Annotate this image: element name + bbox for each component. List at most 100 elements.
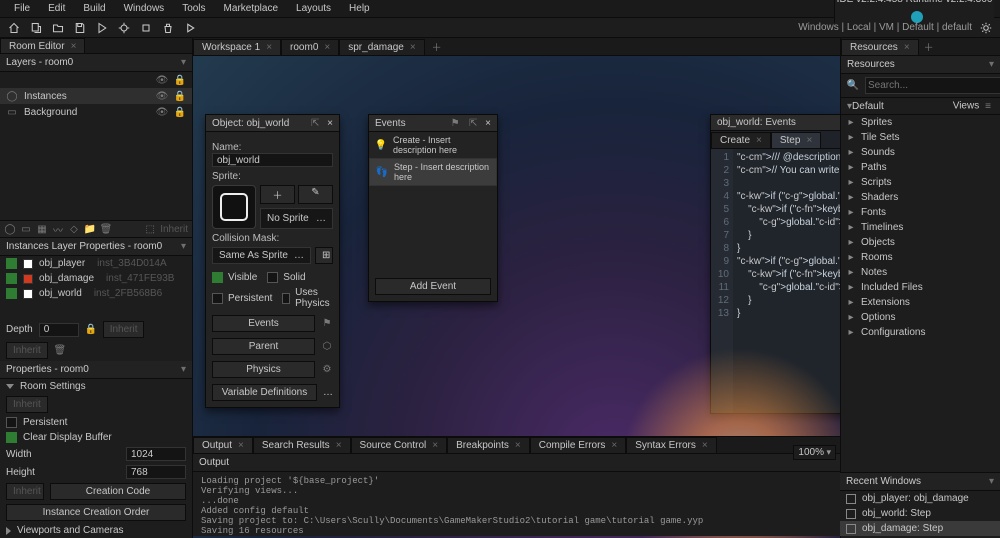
events-button[interactable]: Events (212, 315, 315, 332)
tab-workspace1[interactable]: Workspace 1× (193, 39, 281, 55)
recent-item[interactable]: obj_damage: Step (840, 521, 1000, 536)
collapse-icon[interactable]: ▾ (181, 241, 186, 252)
play-icon[interactable] (182, 20, 198, 36)
clean-icon[interactable] (160, 20, 176, 36)
tree-options[interactable]: ▸Options (841, 310, 1000, 325)
build-icon[interactable] (94, 20, 110, 36)
menu-tools[interactable]: Tools (174, 1, 213, 16)
instance-row[interactable]: obj_damageinst_471FE93B (0, 271, 192, 286)
lock-icon[interactable]: 🔒 (85, 324, 97, 336)
edit-mask-button[interactable]: ⊞ (315, 247, 333, 264)
menu-build[interactable]: Build (75, 1, 113, 16)
tab-search-results[interactable]: Search Results× (253, 437, 351, 453)
tree-fonts[interactable]: ▸Fonts (841, 205, 1000, 220)
code-tab-step[interactable]: Step× (771, 132, 821, 148)
physics-button[interactable]: Physics (212, 361, 315, 378)
room-settings-toggle[interactable]: Room Settings (0, 379, 192, 394)
add-bg-layer-icon[interactable]: ▭ (20, 223, 32, 235)
tab-room-editor[interactable]: Room Editor× (0, 38, 85, 54)
lock-icon[interactable]: 🔒 (174, 74, 186, 86)
visibility-icon[interactable]: 👁 (156, 90, 168, 102)
zoom-indicator[interactable]: 100% ▾ (793, 445, 836, 460)
parent-button[interactable]: Parent (212, 338, 315, 355)
menu-icon[interactable]: ≡ (982, 100, 994, 112)
tab-output[interactable]: Output× (193, 437, 253, 453)
add-event-button[interactable]: Add Event (375, 278, 491, 295)
target-status[interactable]: Windows | Local | VM | Default | default (798, 22, 972, 33)
tree-sounds[interactable]: ▸Sounds (841, 145, 1000, 160)
event-step[interactable]: 👣Step - Insert description here (369, 158, 497, 186)
collapse-icon[interactable]: ▾ (989, 59, 994, 70)
tree-rooms[interactable]: ▸Rooms (841, 250, 1000, 265)
checkbox-icon[interactable] (6, 288, 17, 299)
tree-included-files[interactable]: ▸Included Files (841, 280, 1000, 295)
tree-paths[interactable]: ▸Paths (841, 160, 1000, 175)
close-icon[interactable]: × (266, 42, 272, 53)
instance-row[interactable]: obj_worldinst_2FB568B6 (0, 286, 192, 301)
menu-windows[interactable]: Windows (116, 1, 173, 16)
menu-edit[interactable]: Edit (40, 1, 73, 16)
tree-extensions[interactable]: ▸Extensions (841, 295, 1000, 310)
collision-select[interactable]: Same As Sprite… (212, 247, 311, 264)
tree-tile-sets[interactable]: ▸Tile Sets (841, 130, 1000, 145)
close-icon[interactable]: × (485, 118, 491, 129)
home-icon[interactable] (6, 20, 22, 36)
tree-sprites[interactable]: ▸Sprites (841, 115, 1000, 130)
tab-resources[interactable]: Resources× (841, 39, 919, 55)
add-instance-layer-icon[interactable]: ◯ (4, 223, 16, 235)
layer-instances[interactable]: ◯ Instances 👁 🔒 (0, 88, 192, 104)
instance-order-button[interactable]: Instance Creation Order (6, 504, 186, 521)
width-input[interactable] (126, 447, 186, 461)
inherit-icon[interactable]: ⬚ (144, 223, 156, 235)
persistent-checkbox[interactable] (6, 417, 17, 428)
vardef-button[interactable]: Variable Definitions (212, 384, 317, 401)
pin-icon[interactable]: ⇱ (467, 117, 479, 129)
persistent-checkbox[interactable] (212, 293, 223, 304)
close-icon[interactable]: × (71, 41, 77, 52)
lock-icon[interactable]: 🔒 (174, 90, 186, 102)
tree-configurations[interactable]: ▸Configurations (841, 325, 1000, 340)
visible-checkbox[interactable] (212, 272, 223, 283)
pin-icon[interactable]: ⇱ (309, 117, 321, 129)
default-config-label[interactable]: Default (852, 101, 884, 112)
tab-source-control[interactable]: Source Control× (351, 437, 448, 453)
add-tab-icon[interactable]: ＋ (923, 41, 935, 53)
menu-layouts[interactable]: Layouts (288, 1, 339, 16)
creation-code-button[interactable]: Creation Code (50, 483, 186, 500)
object-name-input[interactable] (212, 153, 333, 167)
checkbox-icon[interactable] (6, 273, 17, 284)
output-log[interactable]: Loading project '${base_project}' Verify… (193, 472, 840, 536)
close-icon[interactable]: × (324, 42, 330, 53)
save-icon[interactable] (72, 20, 88, 36)
depth-input[interactable] (39, 323, 79, 337)
close-icon[interactable]: × (904, 42, 910, 53)
collapse-icon[interactable]: ▾ (989, 476, 994, 487)
visibility-icon[interactable]: 👁 (156, 106, 168, 118)
delete-layer-icon[interactable]: 🗑 (100, 223, 112, 235)
open-icon[interactable] (50, 20, 66, 36)
menu-help[interactable]: Help (341, 1, 378, 16)
tree-objects[interactable]: ▸Objects (841, 235, 1000, 250)
menu-file[interactable]: File (6, 1, 38, 16)
add-asset-layer-icon[interactable]: ◇ (68, 223, 80, 235)
lock-icon[interactable]: 🔒 (174, 106, 186, 118)
code-tab-create[interactable]: Create× (711, 132, 771, 148)
new-sprite-button[interactable]: ＋ (260, 185, 295, 204)
inherit-button[interactable]: Inherit (6, 342, 48, 359)
new-project-icon[interactable] (28, 20, 44, 36)
add-tab-icon[interactable]: ＋ (431, 41, 443, 53)
settings-icon[interactable] (978, 20, 994, 36)
close-icon[interactable]: × (410, 42, 416, 53)
recent-item[interactable]: obj_world: Step (840, 506, 1000, 521)
clear-buffer-checkbox[interactable] (6, 432, 17, 443)
tree-timelines[interactable]: ▸Timelines (841, 220, 1000, 235)
tab-compile-errors[interactable]: Compile Errors× (530, 437, 627, 453)
menu-marketplace[interactable]: Marketplace (216, 1, 286, 16)
tab-breakpoints[interactable]: Breakpoints× (447, 437, 530, 453)
layer-background[interactable]: ▭ Background 👁 🔒 (0, 104, 192, 120)
event-create[interactable]: 💡Create - Insert description here (369, 132, 497, 158)
debug-icon[interactable] (116, 20, 132, 36)
tab-syntax-errors[interactable]: Syntax Errors× (626, 437, 716, 453)
collapse-icon[interactable]: ▾ (181, 364, 186, 375)
add-path-layer-icon[interactable]: 〰 (52, 223, 64, 235)
